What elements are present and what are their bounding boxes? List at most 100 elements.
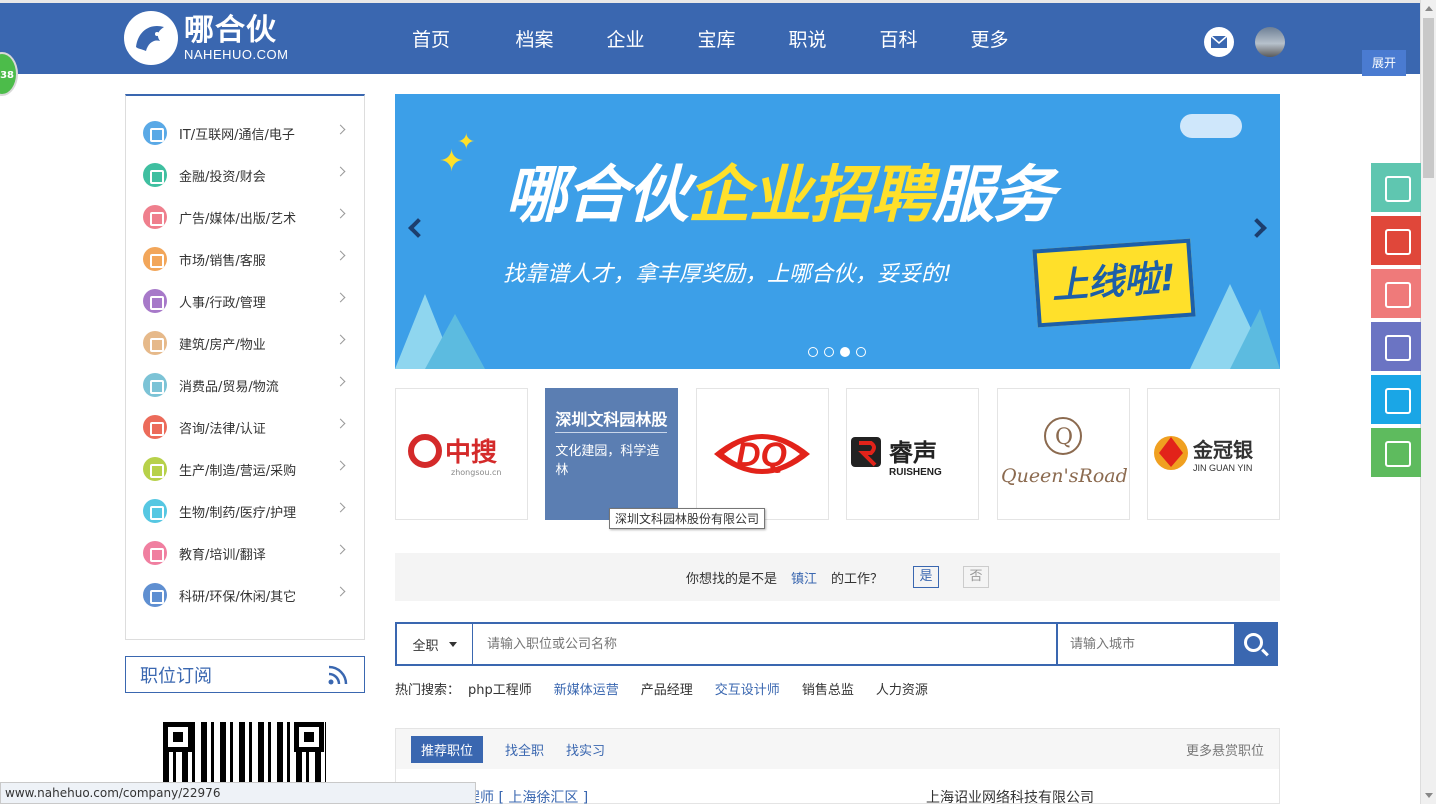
site-logo[interactable]: 哪合伙 NAHEHUO.COM bbox=[124, 11, 288, 65]
nav-home[interactable]: 首页 bbox=[398, 3, 464, 77]
scroll-down-icon[interactable] bbox=[1425, 793, 1433, 798]
mail-icon[interactable] bbox=[1204, 27, 1234, 57]
floating-toolbar bbox=[1371, 163, 1421, 481]
resume-tool-icon[interactable] bbox=[1371, 163, 1421, 212]
qr-finder bbox=[294, 722, 324, 752]
category-label: 生产/制造/营运/采购 bbox=[179, 463, 297, 479]
category-consulting[interactable]: 咨询/法律/认证 bbox=[126, 406, 364, 448]
category-manufacturing[interactable]: 生产/制造/营运/采购 bbox=[126, 448, 364, 490]
tab-fulltime[interactable]: 找全职 bbox=[505, 740, 544, 759]
banner-dot-active[interactable] bbox=[840, 347, 850, 357]
ruisheng-sub: RUISHENG bbox=[889, 467, 942, 478]
company-name: 深圳文科园林股 bbox=[555, 410, 668, 429]
zhongsou-logo: 中搜 zhongsou.cn bbox=[407, 434, 501, 477]
category-consumer[interactable]: 消费品/贸易/物流 bbox=[126, 364, 364, 406]
nav-more[interactable]: 更多 bbox=[944, 3, 1035, 77]
category-construction-icon bbox=[143, 331, 167, 355]
banner-prev-icon[interactable] bbox=[408, 218, 428, 238]
city-input[interactable] bbox=[1056, 624, 1234, 664]
chat-tool-icon[interactable] bbox=[1371, 428, 1421, 477]
hot-tag[interactable]: 销售总监 bbox=[802, 679, 854, 698]
nav-companies[interactable]: 企业 bbox=[580, 3, 671, 77]
category-consumer-icon bbox=[143, 373, 167, 397]
ask-city[interactable]: 镇江 bbox=[791, 568, 817, 587]
company-tooltip: 深圳文科园林股份有限公司 bbox=[609, 508, 766, 529]
banner-subtitle: 找靠谱人才，拿丰厚奖励，上哪合伙，妥妥的! bbox=[503, 262, 952, 287]
chevron-right-icon bbox=[335, 502, 346, 513]
ask-prefix: 你想找的是不是 bbox=[685, 571, 777, 587]
category-label: 市场/销售/客服 bbox=[179, 253, 266, 269]
category-marketing[interactable]: 市场/销售/客服 bbox=[126, 238, 364, 280]
job-type-value: 全职 bbox=[412, 638, 439, 654]
ruisheng-name: 睿声 bbox=[889, 439, 937, 467]
sparkle-icon: ✦ bbox=[457, 130, 476, 155]
more-jobs-link[interactable]: 更多悬赏职位 bbox=[1186, 740, 1264, 759]
rss-tool-icon[interactable] bbox=[1371, 269, 1421, 318]
company-card-queensroad[interactable]: Q Queen'sRoad bbox=[996, 388, 1130, 520]
category-hr[interactable]: 人事/行政/管理 bbox=[126, 280, 364, 322]
expand-button[interactable]: 展开 bbox=[1362, 50, 1406, 76]
nav-career-talk[interactable]: 职说 bbox=[762, 3, 853, 77]
nav-wiki[interactable]: 百科 bbox=[853, 3, 944, 77]
zhongsou-sub: zhongsou.cn bbox=[451, 468, 501, 477]
chevron-right-icon bbox=[335, 166, 346, 177]
banner-next-icon[interactable] bbox=[1247, 218, 1267, 238]
category-construction[interactable]: 建筑/房产/物业 bbox=[126, 322, 364, 364]
logo-english: NAHEHUO.COM bbox=[184, 46, 289, 62]
banner-dot[interactable] bbox=[824, 347, 834, 357]
svg-text:Q: Q bbox=[1055, 425, 1073, 450]
nav-treasury[interactable]: 宝库 bbox=[671, 3, 762, 77]
tab-recommended[interactable]: 推荐职位 bbox=[411, 735, 484, 763]
job-title[interactable]: 程师 [ 上海徐汇区 ] bbox=[466, 787, 588, 807]
category-advertising[interactable]: 广告/媒体/出版/艺术 bbox=[126, 196, 364, 238]
qq-tool-icon[interactable] bbox=[1371, 375, 1421, 424]
category-label: IT/互联网/通信/电子 bbox=[179, 127, 295, 143]
hot-searches: 热门搜索： php工程师 新媒体运营 产品经理 交互设计师 销售总监 人力资源 bbox=[395, 679, 950, 698]
category-education[interactable]: 教育/培训/翻译 bbox=[126, 532, 364, 574]
job-type-select[interactable]: 全职 bbox=[397, 624, 473, 664]
hot-tag[interactable]: 人力资源 bbox=[876, 679, 928, 698]
category-consulting-icon bbox=[143, 415, 167, 439]
scroll-up-icon[interactable] bbox=[1425, 6, 1433, 11]
favorite-tool-icon[interactable] bbox=[1371, 216, 1421, 265]
ruisheng-logo: 睿声 RUISHENG bbox=[850, 437, 942, 478]
company-card-ruisheng[interactable]: 睿声 RUISHENG bbox=[846, 388, 980, 520]
page-scrollbar[interactable] bbox=[1420, 0, 1436, 804]
rss-icon bbox=[328, 665, 348, 684]
company-card-dq[interactable]: DQ bbox=[695, 388, 829, 520]
nav-profiles[interactable]: 档案 bbox=[489, 3, 580, 77]
company-card-zhongsou[interactable]: 中搜 zhongsou.cn bbox=[395, 388, 528, 520]
category-research-icon bbox=[143, 583, 167, 607]
banner-dot[interactable] bbox=[856, 347, 866, 357]
category-advertising-icon bbox=[143, 205, 167, 229]
search-input[interactable] bbox=[473, 624, 1056, 664]
category-label: 建筑/房产/物业 bbox=[179, 337, 266, 353]
category-it[interactable]: IT/互联网/通信/电子 bbox=[126, 112, 364, 154]
banner-dot[interactable] bbox=[808, 347, 818, 357]
company-card-jinguanyin[interactable]: 金冠银 JIN GUAN YIN bbox=[1146, 388, 1280, 520]
search-icon[interactable] bbox=[1234, 624, 1276, 664]
yes-button[interactable]: 是 bbox=[913, 566, 940, 588]
category-research[interactable]: 科研/环保/休闲/其它 bbox=[126, 574, 364, 616]
category-label: 咨询/法律/认证 bbox=[179, 421, 266, 437]
category-finance[interactable]: 金融/投资/财会 bbox=[126, 154, 364, 196]
user-avatar[interactable] bbox=[1255, 27, 1285, 57]
category-biotech[interactable]: 生物/制药/医疗/护理 bbox=[126, 490, 364, 532]
no-button[interactable]: 否 bbox=[963, 566, 990, 588]
zhongsou-name: 中搜 bbox=[445, 438, 497, 468]
scroll-thumb[interactable] bbox=[1423, 18, 1434, 178]
hot-tag[interactable]: 交互设计师 bbox=[715, 679, 780, 698]
company-card-wenke[interactable]: 深圳文科园林股 文化建园，科学造林 bbox=[545, 388, 679, 520]
hot-tag[interactable]: 新媒体运营 bbox=[554, 679, 619, 698]
jinguanyin-name: 金冠银 bbox=[1192, 438, 1254, 462]
job-subscribe-button[interactable]: 职位订阅 bbox=[125, 656, 365, 693]
tab-internship[interactable]: 找实习 bbox=[566, 740, 605, 759]
hero-banner[interactable]: ✦ ✦ 哪合伙企业招聘服务 找靠谱人才，拿丰厚奖励，上哪合伙，妥妥的! 上线啦! bbox=[395, 94, 1280, 369]
hot-tag[interactable]: php工程师 bbox=[468, 679, 532, 698]
job-row[interactable]: 程师 [ 上海徐汇区 ] 上海诏业网络科技有限公司 bbox=[396, 769, 1279, 807]
chevron-right-icon bbox=[335, 208, 346, 219]
job-company[interactable]: 上海诏业网络科技有限公司 bbox=[926, 787, 1094, 807]
message-tool-icon[interactable] bbox=[1371, 322, 1421, 371]
hot-tag[interactable]: 产品经理 bbox=[641, 679, 693, 698]
company-desc: 文化建园，科学造林 bbox=[555, 444, 660, 478]
